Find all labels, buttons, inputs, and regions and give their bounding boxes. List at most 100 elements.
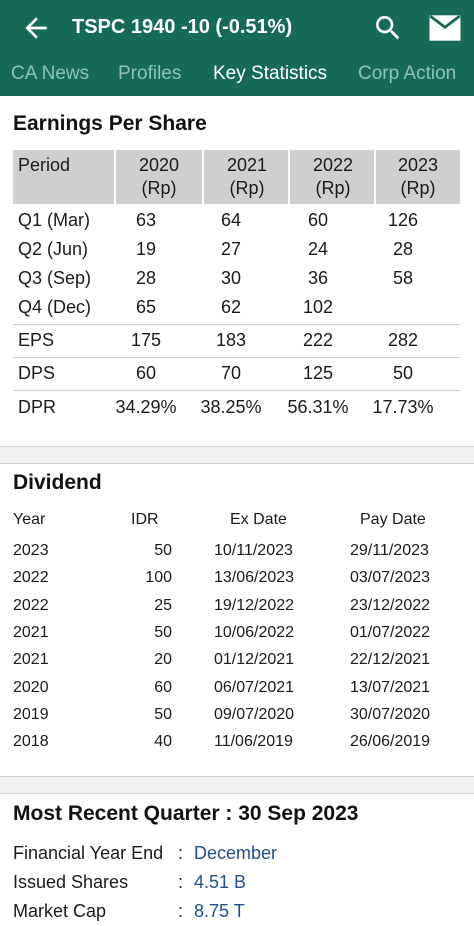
eps-cell: 38.25% [200,397,262,417]
dividend-idr: 50 [154,623,172,641]
year-column-header: Year [13,511,46,528]
dividend-pay-date: 01/07/2022 [350,623,431,641]
eps-cell: 24 [307,239,329,259]
row-divider [13,390,460,391]
market-cap-label: Market Cap [13,901,107,921]
mail-icon[interactable] [428,14,462,42]
financial-year-end-label: Financial Year End [13,843,164,863]
eps-cell: 70 [220,363,242,383]
financial-year-end-value: December [194,843,278,863]
year-header: 2021 (Rp) [226,155,268,198]
eps-cell: 125 [302,363,334,383]
dividend-ex-date: 01/12/2021 [214,651,295,669]
dividend-ex-date: 19/12/2022 [214,596,295,614]
search-icon[interactable] [372,12,404,44]
stock-title: TSPC 1940 -10 (-0.51%) [72,16,293,38]
dividend-row: 2019 50 09/07/2020 30/07/2020 [0,703,474,730]
dividend-pay-date: 23/12/2022 [350,596,431,614]
eps-section-title: Earnings Per Share [13,112,207,135]
ex-date-column-header: Ex Date [230,511,287,528]
idr-column-header: IDR [131,511,159,528]
dividend-pay-date: 03/07/2023 [350,569,431,587]
eps-row: EPS 175 183 222 282 [13,326,460,356]
arrow-back-icon[interactable] [20,12,52,44]
tab-key-statistics[interactable]: Key Statistics [213,63,327,85]
dividend-row: 2021 50 10/06/2022 01/07/2022 [0,621,474,648]
period-header: Period [18,155,71,175]
market-cap-value: 8.75 T [194,901,245,921]
eps-cell: 126 [387,210,419,230]
dividend-year: 2018 [13,733,49,751]
dividend-pay-date: 29/11/2023 [350,542,429,559]
dividend-idr: 50 [154,542,172,559]
eps-cell: 17.73% [372,397,434,417]
year-header: 2023 (Rp) [397,155,439,198]
year-header: 2020 (Rp) [138,155,180,198]
dividend-ex-date: 10/06/2022 [214,623,295,641]
dividend-row: 2022 100 13/06/2023 03/07/2023 [0,566,474,593]
section-divider [0,446,474,464]
year-header: 2022 (Rp) [312,155,354,198]
row-divider [13,324,460,325]
eps-cell: 50 [392,363,414,383]
dividend-row: 2020 60 06/07/2021 13/07/2021 [0,676,474,703]
dividend-year: 2022 [13,569,49,587]
dividend-ex-date: 10/11/2023 [214,542,293,559]
eps-cell: 65 [135,297,157,317]
dividend-ex-date: 09/07/2020 [214,705,295,723]
dividend-section-title: Dividend [13,471,102,494]
eps-row: DPS 60 70 125 50 [13,359,460,389]
eps-cell: 34.29% [115,397,177,417]
section-divider [0,776,474,794]
eps-row-label: Q4 (Dec) [18,297,92,317]
issued-shares-value: 4.51 B [194,872,247,892]
dividend-idr: 20 [154,651,172,669]
eps-cell: 58 [392,268,414,288]
eps-cell: 62 [220,297,242,317]
dividend-row: 2023 50 10/11/2023 29/11/2023 [0,539,474,566]
eps-cell: 56.31% [287,397,349,417]
dividend-row: 2018 40 11/06/2019 26/06/2019 [0,730,474,757]
eps-cell: 60 [135,363,157,383]
dividend-pay-date: 26/06/2019 [350,733,431,751]
eps-table-header: Period 2020 (Rp) 2021 (Rp) 2022 (Rp) 2023 (R… [13,150,460,204]
eps-row-label: Q3 (Sep) [18,268,92,288]
issued-shares-label: Issued Shares [13,872,129,892]
dividend-pay-date: 30/07/2020 [350,705,431,723]
dividend-row: 2021 20 01/12/2021 22/12/2021 [0,648,474,675]
eps-row: Q3 (Sep) 28 30 36 58 [13,264,460,294]
eps-cell: 222 [302,330,334,350]
dividend-ex-date: 06/07/2021 [214,678,295,696]
tab-ca-news[interactable]: CA News [11,63,89,85]
eps-row-label: Q2 (Jun) [18,239,89,259]
eps-cell: 183 [215,330,247,350]
eps-cell: 64 [220,210,242,230]
dividend-year: 2021 [13,623,49,641]
row-divider [13,357,460,358]
recent-quarter-title: Most Recent Quarter : 30 Sep 2023 [13,802,359,825]
dividend-idr: 50 [154,705,172,723]
dividend-pay-date: 22/12/2021 [350,651,431,669]
eps-row-label: DPS [18,363,56,383]
dividend-year: 2021 [13,651,49,669]
app-bar: TSPC 1940 -10 (-0.51%) CA News Profiles … [0,0,474,96]
eps-cell: 175 [130,330,162,350]
eps-row: Q1 (Mar) 63 64 60 126 [13,206,460,236]
tab-corp-action[interactable]: Corp Action [358,63,456,85]
dividend-idr: 60 [154,678,172,696]
dividend-year: 2020 [13,678,49,696]
dividend-year: 2019 [13,705,49,723]
eps-cell: 28 [392,239,414,259]
eps-cell: 63 [135,210,157,230]
tab-profiles[interactable]: Profiles [118,63,181,85]
eps-row-label: EPS [18,330,55,350]
dividend-ex-date: 13/06/2023 [214,569,295,587]
eps-cell: 282 [387,330,419,350]
eps-cell: 27 [220,239,242,259]
dividend-pay-date: 13/07/2021 [350,678,431,696]
dividend-year: 2023 [13,542,49,559]
dividend-idr: 100 [145,569,172,587]
eps-cell: 102 [302,297,334,317]
eps-cell: 36 [307,268,329,288]
dividend-row: 2022 25 19/12/2022 23/12/2022 [0,594,474,621]
